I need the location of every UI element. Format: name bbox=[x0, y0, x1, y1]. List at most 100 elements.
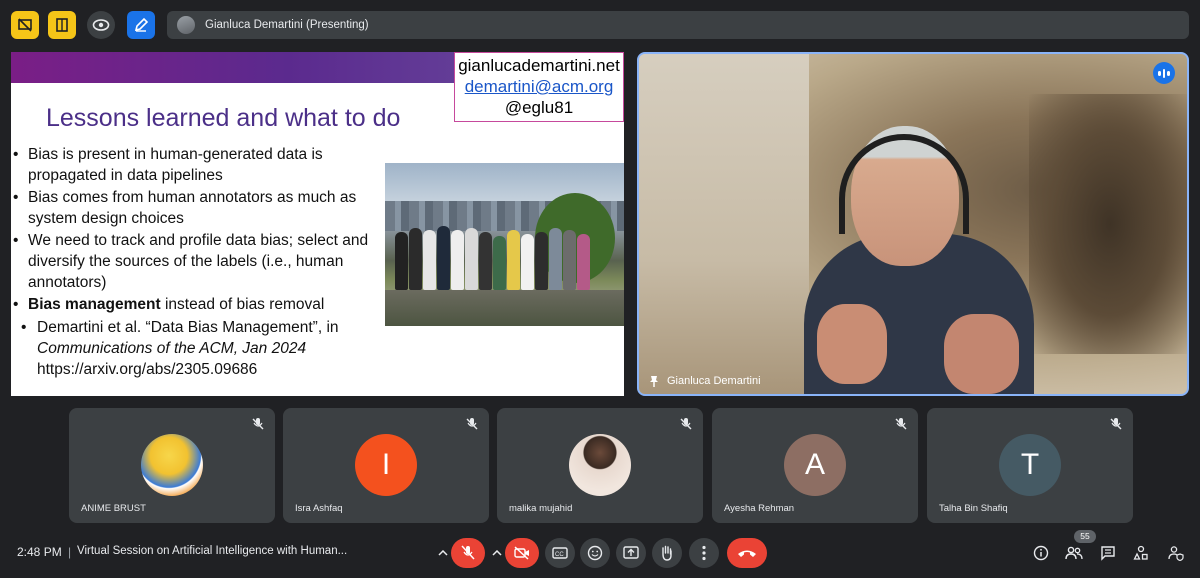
people-button[interactable] bbox=[1064, 543, 1084, 563]
pin-icon[interactable] bbox=[649, 375, 659, 387]
participant-name: Isra Ashfaq bbox=[295, 503, 343, 514]
emoji-button[interactable] bbox=[580, 538, 610, 568]
separator: | bbox=[68, 545, 72, 559]
speaker-headset bbox=[839, 134, 969, 234]
present-button[interactable] bbox=[616, 538, 646, 568]
whiteboard-icon[interactable] bbox=[48, 11, 76, 39]
speaker-background-left bbox=[639, 54, 809, 394]
slide-contact-website: gianlucademartini.net bbox=[458, 56, 620, 75]
speaker-name-label: Gianluca Demartini bbox=[649, 375, 761, 387]
photo-person bbox=[479, 232, 492, 290]
present-icon bbox=[623, 546, 639, 559]
participant-name: ANIME BRUST bbox=[81, 503, 146, 514]
photo-person bbox=[409, 228, 422, 290]
participant-count-badge: 55 bbox=[1074, 530, 1096, 543]
more-options-button[interactable] bbox=[689, 538, 719, 568]
raise-hand-icon bbox=[662, 545, 672, 561]
photo-person bbox=[423, 230, 436, 290]
raise-hand-button[interactable] bbox=[652, 538, 682, 568]
photo-person bbox=[577, 234, 590, 290]
avatar: T bbox=[999, 434, 1061, 496]
slide-bullet: Bias is present in human-generated data … bbox=[11, 144, 383, 186]
chevron-up-icon[interactable] bbox=[489, 538, 505, 568]
mic-off-icon bbox=[461, 545, 475, 560]
captions-button[interactable]: CC bbox=[545, 538, 575, 568]
pencil-icon[interactable] bbox=[127, 11, 155, 39]
photo-person bbox=[507, 230, 520, 290]
participant-tile[interactable]: I Isra Ashfaq bbox=[283, 408, 489, 523]
slide-bullet: Bias comes from human annotators as much… bbox=[11, 187, 383, 229]
audio-level-icon bbox=[1153, 62, 1175, 84]
meeting-details-button[interactable] bbox=[1031, 543, 1051, 563]
chat-icon bbox=[1101, 546, 1115, 561]
photo-person bbox=[465, 228, 478, 290]
captions-icon: CC bbox=[552, 547, 568, 559]
chat-button[interactable] bbox=[1098, 543, 1118, 563]
mic-off-icon bbox=[466, 418, 478, 430]
mic-off-icon bbox=[252, 418, 264, 430]
end-call-icon bbox=[738, 550, 756, 557]
speaker-hand-right bbox=[944, 314, 1019, 394]
presenter-chip[interactable]: Gianluca Demartini (Presenting) bbox=[167, 11, 1189, 39]
participant-tile[interactable]: ANIME BRUST bbox=[69, 408, 275, 523]
photo-person bbox=[535, 232, 548, 290]
more-icon bbox=[702, 545, 706, 561]
presentation-slide: gianlucademartini.net demartini@acm.org … bbox=[11, 52, 624, 396]
photo-ground bbox=[385, 290, 624, 326]
slide-bullets: Bias is present in human-generated data … bbox=[11, 144, 383, 380]
activities-button[interactable] bbox=[1131, 543, 1151, 563]
mic-off-button[interactable] bbox=[451, 538, 485, 568]
slide-ref-url: https://arxiv.org/abs/2305.09686 bbox=[37, 361, 258, 378]
mic-off-icon bbox=[895, 418, 907, 430]
leave-call-button[interactable] bbox=[727, 538, 767, 568]
speaker-video-tile[interactable]: Gianluca Demartini bbox=[637, 52, 1189, 396]
mic-off-icon bbox=[680, 418, 692, 430]
clock: 2:48 PM bbox=[17, 545, 62, 559]
meet-window: Gianluca Demartini (Presenting) gianluca… bbox=[0, 0, 1200, 578]
photo-person bbox=[563, 230, 576, 290]
speaker-name: Gianluca Demartini bbox=[667, 375, 761, 387]
participant-name: Talha Bin Shafiq bbox=[939, 503, 1008, 514]
host-controls-icon bbox=[1168, 546, 1184, 561]
avatar: I bbox=[355, 434, 417, 496]
participant-tile[interactable]: A Ayesha Rehman bbox=[712, 408, 918, 523]
participant-tile[interactable]: malika mujahid bbox=[497, 408, 703, 523]
slide-bullet-rest: instead of bias removal bbox=[160, 296, 325, 313]
slide-ref-author: Demartini et al. “Data Bias Management”,… bbox=[37, 319, 339, 336]
meeting-title: Virtual Session on Artificial Intelligen… bbox=[77, 545, 348, 557]
slide-ref-journal: Communications of the ACM, Jan 2024 bbox=[37, 340, 307, 357]
photo-person bbox=[451, 230, 464, 290]
emoji-icon bbox=[587, 545, 603, 561]
slide-bullet-bold: Bias management bbox=[28, 296, 161, 313]
photo-person bbox=[549, 228, 562, 290]
photo-person bbox=[493, 236, 506, 290]
host-controls-button[interactable] bbox=[1166, 543, 1186, 563]
avatar bbox=[569, 434, 631, 496]
info-icon bbox=[1033, 545, 1049, 561]
people-icon bbox=[1065, 546, 1083, 560]
presenter-label: Gianluca Demartini (Presenting) bbox=[205, 19, 369, 31]
avatar: A bbox=[784, 434, 846, 496]
chevron-up-icon[interactable] bbox=[435, 538, 451, 568]
photo-person bbox=[521, 234, 534, 290]
slide-title: Lessons learned and what to do bbox=[46, 104, 401, 132]
svg-text:CC: CC bbox=[555, 552, 564, 558]
slide-reference: Demartini et al. “Data Bias Management”,… bbox=[11, 317, 383, 380]
camera-off-button[interactable] bbox=[505, 538, 539, 568]
participant-name: Ayesha Rehman bbox=[724, 503, 795, 514]
avatar bbox=[141, 434, 203, 496]
slide-contact-box: gianlucademartini.net demartini@acm.org … bbox=[454, 52, 624, 122]
slide-bullet: Bias management instead of bias removal bbox=[11, 294, 383, 315]
eye-icon[interactable] bbox=[87, 11, 115, 39]
participant-name: malika mujahid bbox=[509, 503, 573, 514]
avatar bbox=[177, 16, 195, 34]
speaker-hand-left bbox=[817, 304, 887, 384]
bottom-bar: 2:48 PM | Virtual Session on Artificial … bbox=[0, 530, 1200, 578]
slide-group-photo bbox=[385, 163, 624, 326]
participant-tile[interactable]: T Talha Bin Shafiq bbox=[927, 408, 1133, 523]
activities-icon bbox=[1133, 545, 1148, 560]
present-off-icon[interactable] bbox=[11, 11, 39, 39]
photo-person bbox=[437, 226, 450, 290]
slide-contact-handle: @eglu81 bbox=[504, 98, 574, 117]
camera-off-icon bbox=[514, 546, 529, 560]
